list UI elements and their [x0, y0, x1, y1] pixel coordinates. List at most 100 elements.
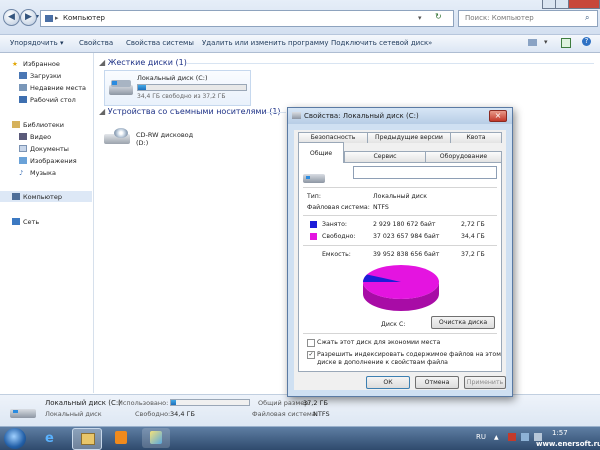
network-tray-icon[interactable] [521, 433, 529, 441]
map-network-drive-button[interactable]: Подключить сетевой диск [331, 39, 428, 47]
dialog-title: Свойства: Локальный диск (C:) [304, 112, 419, 120]
details-total-value: 37,2 ГБ [303, 399, 328, 407]
collapse-chevron-icon[interactable]: ◢ [99, 58, 108, 67]
compress-checkbox[interactable] [307, 339, 315, 347]
view-dropdown-icon[interactable]: ▾ [544, 38, 548, 46]
internet-explorer-icon: e [45, 431, 54, 446]
cancel-button[interactable]: Отмена [415, 376, 459, 389]
view-icon[interactable] [528, 39, 537, 46]
computer-icon [12, 193, 20, 200]
nav-desktop-label: Рабочий стол [30, 96, 76, 104]
nav-documents-label: Документы [30, 145, 69, 153]
nav-music[interactable]: ♪ Музыка [19, 169, 56, 177]
dialog-title-bar[interactable]: Свойства: Локальный диск (C:) × [288, 108, 512, 124]
capacity-label: Емкость: [322, 251, 351, 258]
images-icon [19, 157, 27, 164]
breadcrumb-computer[interactable]: Компьютер [63, 14, 105, 22]
used-space-size: 2,72 ГБ [461, 221, 485, 228]
hard-drive-icon [109, 77, 133, 97]
index-checkbox[interactable]: ✓ [307, 351, 315, 359]
back-button[interactable]: ◀ [3, 9, 20, 26]
nav-network[interactable]: Сеть [12, 218, 39, 226]
drive-d-name: CD-RW дисковод (D:) [136, 131, 194, 147]
maximize-button[interactable] [555, 0, 569, 9]
type-value: Локальный диск [373, 193, 427, 200]
nav-video[interactable]: Видео [19, 133, 52, 141]
refresh-icon[interactable]: ↻ [435, 12, 442, 21]
details-usage-fill [171, 400, 177, 405]
language-indicator[interactable]: RU [476, 433, 486, 441]
tab-tools[interactable]: Сервис [344, 151, 426, 162]
compress-label: Сжать этот диск для экономии места [317, 339, 441, 346]
address-dropdown-icon[interactable]: ▾ [418, 14, 422, 22]
nav-libraries[interactable]: Библиотеки [12, 121, 64, 129]
nav-downloads[interactable]: Загрузки [19, 72, 61, 80]
collapse-chevron-icon[interactable]: ◢ [99, 107, 108, 116]
ok-button[interactable]: ОК [366, 376, 410, 389]
nav-video-label: Видео [30, 133, 52, 141]
taskbar-media-player-button[interactable] [107, 428, 135, 448]
organize-menu[interactable]: Упорядочить ▾ [10, 39, 64, 47]
nav-favorites[interactable]: ★ Избранное [12, 60, 60, 68]
nav-desktop[interactable]: Рабочий стол [19, 96, 76, 104]
help-icon[interactable]: ? [582, 37, 591, 46]
index-label-line2: диске в дополнение к свойствам файла [317, 359, 448, 366]
volume-label-input[interactable] [353, 166, 497, 179]
taskbar-ie-button[interactable]: e [37, 428, 65, 448]
recent-pages-chevron-icon[interactable]: ▾ [36, 13, 39, 20]
drive-tile-d[interactable]: CD-RW дисковод (D:) [104, 126, 204, 148]
group-header-hdd[interactable]: ◢ Жесткие диски (1) [99, 58, 187, 67]
search-icon[interactable]: ⌕ [585, 13, 589, 23]
window-controls [542, 0, 600, 9]
drive-tile-c[interactable]: Локальный диск (C:) 34,4 ГБ свободно из … [104, 70, 251, 106]
forward-button[interactable]: ▶ [20, 9, 37, 26]
minimize-button[interactable] [542, 0, 556, 9]
dialog-body: Безопасность Предыдущие версии Квота Общ… [294, 130, 506, 390]
search-input[interactable]: Поиск: Компьютер ⌕ [458, 10, 598, 27]
nav-images[interactable]: Изображения [19, 157, 77, 165]
breadcrumb-separator-icon: ▸ [55, 14, 59, 22]
capacity-size: 37,2 ГБ [461, 251, 485, 258]
drive-c-usage-fill [138, 85, 146, 90]
group-header-removable[interactable]: ◢ Устройства со съемными носителями (1) [99, 107, 281, 116]
dialog-close-button[interactable]: × [489, 110, 507, 122]
nav-documents[interactable]: Документы [19, 145, 69, 153]
taskbar-explorer-button[interactable] [72, 428, 102, 450]
close-button[interactable] [568, 0, 600, 9]
address-input[interactable]: ▸ Компьютер ▾ ↻ [40, 10, 454, 27]
preview-pane-icon[interactable] [561, 38, 571, 48]
disk-cleanup-button[interactable]: Очистка диска [431, 316, 495, 329]
search-placeholder: Поиск: Компьютер [465, 14, 534, 22]
nav-computer[interactable]: Компьютер [12, 193, 62, 201]
properties-dialog: Свойства: Локальный диск (C:) × Безопасн… [287, 107, 513, 397]
properties-button[interactable]: Свойства [79, 39, 113, 47]
action-center-icon[interactable] [508, 433, 516, 441]
tab-previous-versions[interactable]: Предыдущие версии [367, 132, 451, 143]
free-space-size: 34,4 ГБ [461, 233, 485, 240]
capacity-bytes: 39 952 838 656 байт [373, 251, 440, 258]
paint-icon [150, 431, 162, 444]
network-icon [12, 218, 20, 225]
divider [303, 187, 497, 188]
address-bar-region: ◀ ▶ ▾ ▸ Компьютер ▾ ↻ Поиск: Компьютер ⌕ [0, 0, 600, 35]
clock-time[interactable]: 1:57 [552, 429, 568, 437]
computer-icon [45, 15, 53, 22]
hard-drive-icon [292, 112, 301, 119]
nav-recent[interactable]: Недавние места [19, 84, 86, 92]
uninstall-program-button[interactable]: Удалить или изменить программу [202, 39, 328, 47]
show-hidden-icons-icon[interactable]: ▲ [494, 434, 499, 441]
free-space-bytes: 37 023 657 984 байт [373, 233, 440, 240]
watermark-text: www.enersoft.ru [536, 440, 600, 448]
apply-button[interactable]: Применить [464, 376, 506, 389]
taskbar-paint-button[interactable] [142, 428, 170, 448]
nav-favorites-label: Избранное [23, 60, 60, 68]
tab-quota[interactable]: Квота [450, 132, 502, 143]
divider [303, 333, 497, 334]
system-properties-button[interactable]: Свойства системы [126, 39, 194, 47]
tab-general[interactable]: Общие [298, 142, 344, 163]
drive-c-free-text: 34,4 ГБ свободно из 37,2 ГБ [137, 93, 226, 100]
drive-c-name: Локальный диск (C:) [137, 74, 208, 82]
more-commands-button[interactable]: » [428, 39, 432, 47]
start-button[interactable] [4, 428, 26, 449]
tab-hardware[interactable]: Оборудование [425, 151, 502, 162]
